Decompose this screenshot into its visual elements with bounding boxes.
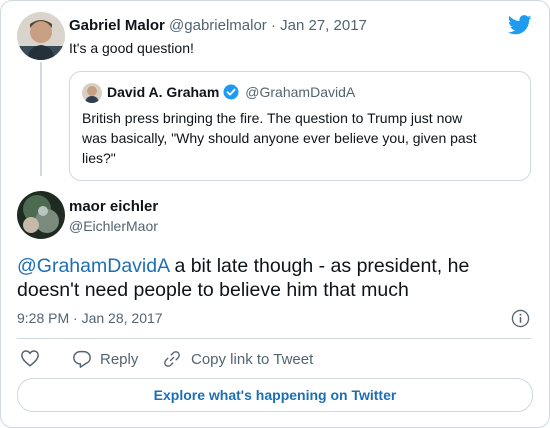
main-tweet-text: @GrahamDavidA a bit late though - as pre… bbox=[17, 254, 537, 302]
quoted-text-line-2: was basically, "Why should anyone ever b… bbox=[82, 130, 477, 146]
reply-label: Reply bbox=[100, 350, 139, 368]
actions-divider bbox=[17, 338, 531, 339]
quoted-author-handle: @GrahamDavidA bbox=[245, 84, 356, 100]
copy-link-button[interactable]: Copy link to Tweet bbox=[162, 350, 313, 368]
parent-separator: · bbox=[270, 17, 276, 34]
reply-bubble-icon bbox=[73, 350, 91, 368]
maor-eichler-avatar[interactable] bbox=[17, 191, 65, 239]
main-author-handle[interactable]: @EichlerMaor bbox=[69, 218, 158, 234]
mention-link[interactable]: @GrahamDavidA bbox=[17, 255, 169, 277]
quoted-tweet-header: David A. Graham @GrahamDavidA bbox=[107, 84, 355, 100]
tweet-time: 9:28 PM bbox=[17, 310, 70, 326]
heart-icon[interactable] bbox=[20, 349, 40, 367]
person-avatar-icon bbox=[17, 191, 65, 239]
tweet-date: Jan 28, 2017 bbox=[81, 310, 163, 326]
person-avatar-icon bbox=[17, 12, 65, 60]
parent-date[interactable]: Jan 27, 2017 bbox=[280, 17, 367, 34]
quoted-tweet-text: British press bringing the fire. The que… bbox=[82, 108, 522, 168]
verified-badge-icon bbox=[223, 84, 239, 100]
copy-link-label: Copy link to Tweet bbox=[191, 350, 314, 368]
tweet-timestamp[interactable]: 9:28 PM · Jan 28, 2017 bbox=[17, 310, 163, 326]
david-graham-avatar bbox=[82, 83, 102, 103]
parent-author-handle[interactable]: @gabrielmalor bbox=[169, 17, 267, 34]
info-icon[interactable] bbox=[511, 309, 530, 328]
person-avatar-icon bbox=[82, 83, 102, 103]
parent-tweet-text: It's a good question! bbox=[69, 40, 194, 56]
gabriel-malor-avatar[interactable] bbox=[17, 12, 65, 60]
parent-author-name[interactable]: Gabriel Malor bbox=[69, 17, 165, 34]
main-text-line-2: doesn't need people to believe him that … bbox=[17, 279, 409, 301]
twitter-bird-icon[interactable] bbox=[508, 15, 532, 35]
quoted-text-line-3: lies?" bbox=[82, 150, 116, 166]
quoted-text-line-1: British press bringing the fire. The que… bbox=[82, 110, 463, 126]
timestamp-separator: · bbox=[73, 310, 78, 326]
link-icon bbox=[164, 351, 180, 367]
quoted-author-name: David A. Graham bbox=[107, 84, 220, 100]
thread-connector-line bbox=[40, 62, 42, 176]
explore-twitter-button[interactable]: Explore what's happening on Twitter bbox=[17, 378, 533, 412]
reply-button[interactable]: Reply bbox=[72, 350, 138, 368]
main-author-name[interactable]: maor eichler bbox=[69, 198, 158, 215]
parent-tweet-header: Gabriel Malor @gabrielmalor · Jan 27, 20… bbox=[69, 17, 367, 34]
main-text-line-1: a bit late though - as president, he bbox=[169, 255, 470, 277]
